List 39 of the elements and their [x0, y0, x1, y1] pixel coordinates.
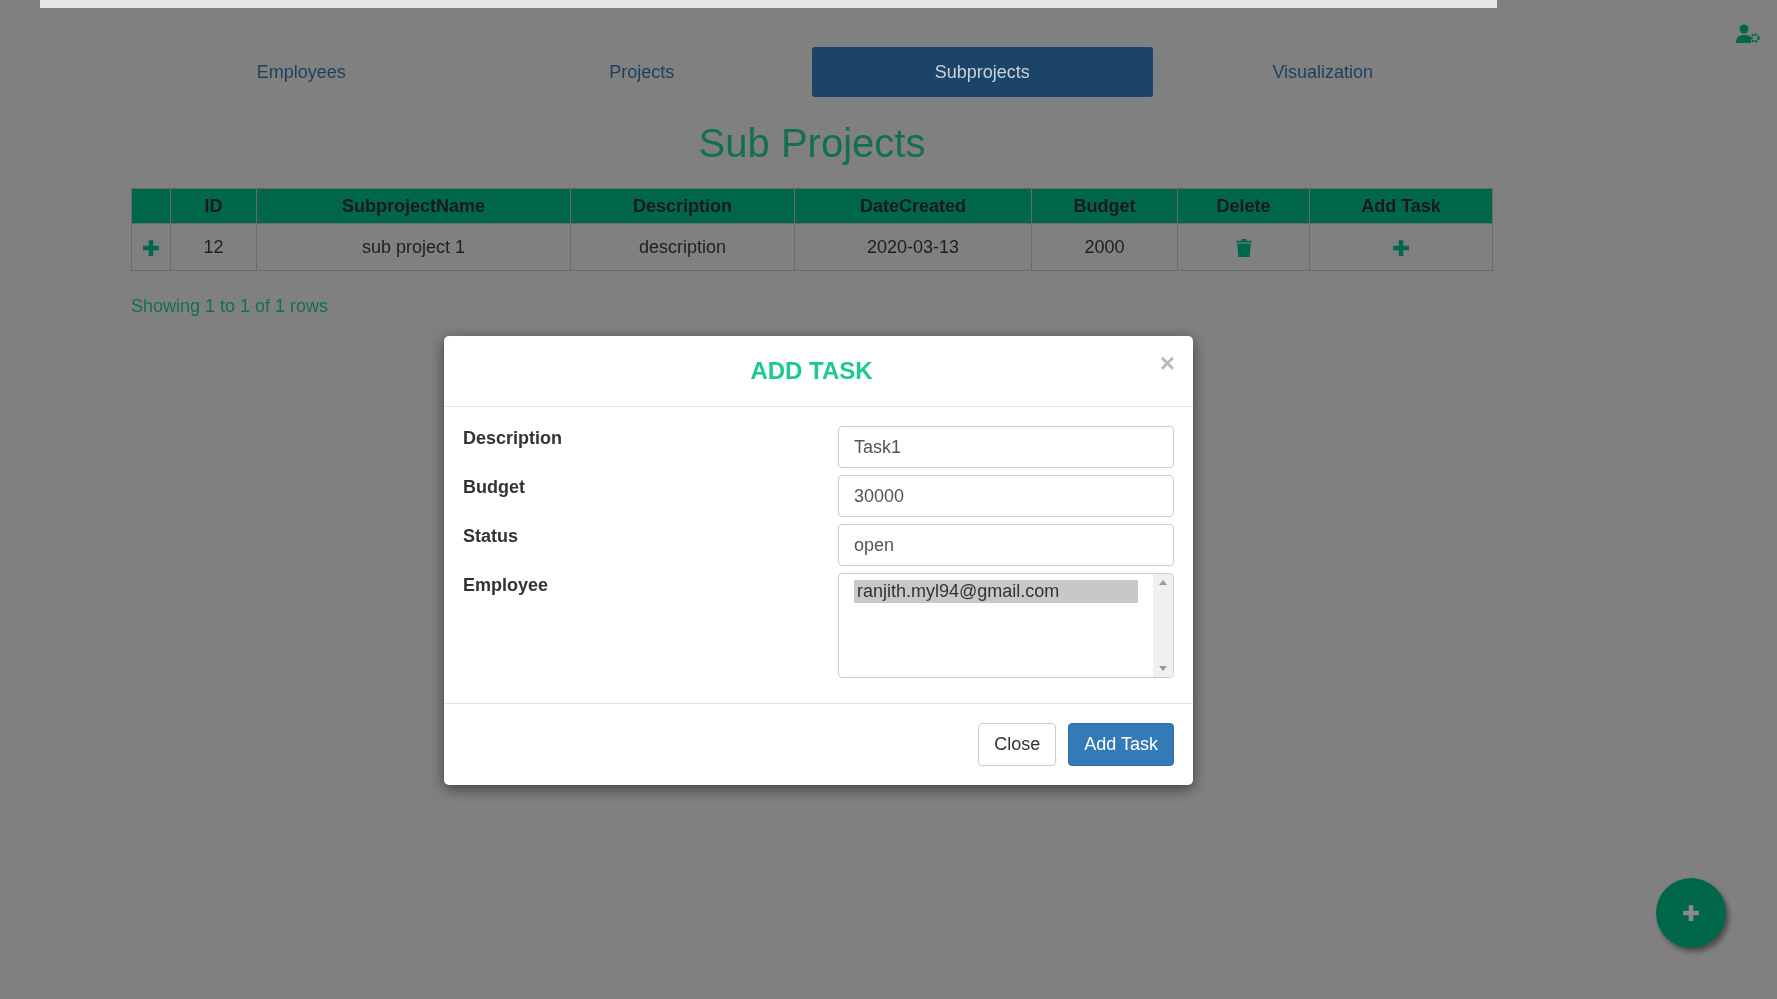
table-cell: sub project 1 [256, 223, 571, 271]
nav-tab[interactable]: Subprojects [812, 47, 1153, 97]
column-header: Delete [1177, 188, 1310, 224]
column-header: Add Task [1309, 188, 1493, 224]
input-field[interactable]: Task1 [838, 426, 1174, 468]
table-cell: 2020-03-13 [794, 223, 1032, 271]
input-field[interactable]: open [838, 524, 1174, 566]
scroll-up-icon[interactable] [1159, 580, 1167, 585]
column-header: SubprojectName [256, 188, 571, 224]
pagination-info: Showing 1 to 1 of 1 rows [131, 296, 330, 317]
field-label: Description [463, 427, 564, 450]
plus-icon [1392, 238, 1410, 257]
field-label: Employee [463, 574, 550, 597]
column-header: ID [170, 188, 257, 224]
delete-button[interactable] [1235, 238, 1252, 257]
field-label: Budget [463, 476, 526, 499]
table-cell: 2000 [1031, 223, 1178, 271]
scroll-down-icon[interactable] [1159, 666, 1167, 671]
submit-button[interactable]: Add Task [1068, 723, 1174, 766]
column-header: Budget [1031, 188, 1178, 224]
column-header: Description [570, 188, 795, 224]
add-task-button[interactable] [1392, 238, 1410, 257]
employee-listbox[interactable]: ranjith.myl94@gmail.com [838, 573, 1174, 678]
list-option[interactable]: ranjith.myl94@gmail.com [854, 580, 1138, 603]
table-cell: 12 [170, 223, 257, 271]
expand-button[interactable] [142, 238, 160, 257]
modal-title: ADD TASK [750, 357, 873, 385]
floating-add-button[interactable] [1656, 878, 1726, 948]
page-title: Sub Projects [697, 121, 927, 166]
field-label: Status [463, 525, 519, 548]
input-field[interactable]: 30000 [838, 475, 1174, 517]
plus-icon [1682, 904, 1700, 922]
plus-icon [142, 238, 160, 257]
scrollbar[interactable] [1153, 574, 1173, 677]
cancel-button[interactable]: Close [978, 723, 1057, 766]
column-header: DateCreated [794, 188, 1032, 224]
user-settings-icon[interactable] [1735, 24, 1761, 44]
table-cell: description [570, 223, 795, 271]
trash-icon [1235, 238, 1252, 257]
